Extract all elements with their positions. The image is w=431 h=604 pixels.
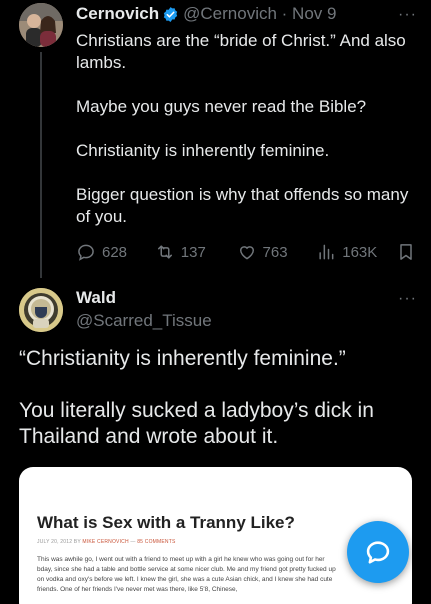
avatar-cernovich[interactable] bbox=[19, 3, 63, 47]
tweet-actions: 628 137 763 163K bbox=[76, 240, 416, 264]
author-handle-date[interactable]: @Cernovich · Nov 9 bbox=[183, 4, 336, 24]
tweet-paragraph: Christianity is inherently feminine. bbox=[76, 141, 330, 160]
card-title: What is Sex with a Tranny Like? bbox=[37, 513, 295, 532]
reply-more-icon[interactable]: ··· bbox=[398, 290, 417, 308]
card-meta-author: MIKE CERNOVICH bbox=[82, 539, 129, 545]
card-meta-comments: 85 COMMENTS bbox=[137, 539, 176, 545]
card-meta-separator: — bbox=[128, 539, 138, 545]
views-icon bbox=[319, 244, 334, 260]
reply-paragraph: “Christianity is inherently feminine.” bbox=[19, 347, 346, 370]
reply-button[interactable]: 628 bbox=[76, 242, 141, 262]
retweet-count: 137 bbox=[180, 243, 206, 261]
card-meta: JULY 20, 2012 BY MIKE CERNOVICH — 85 COM… bbox=[37, 539, 176, 545]
card-meta-date: JULY 20, 2012 BY bbox=[37, 539, 83, 545]
bookmark-icon bbox=[400, 244, 412, 260]
reply-author-handle[interactable]: @Scarred_Tissue bbox=[76, 311, 212, 331]
tweet-paragraph: Christians are the “bride of Christ.” An… bbox=[76, 31, 406, 72]
like-count: 763 bbox=[262, 243, 288, 261]
avatar-wald[interactable] bbox=[19, 288, 63, 332]
views-button[interactable]: 163K bbox=[316, 242, 396, 262]
tweet-paragraph: Maybe you guys never read the Bible? bbox=[76, 97, 367, 116]
compose-fab-icon bbox=[366, 541, 390, 564]
card-body-text: This was awhile go, I went out with a fr… bbox=[37, 556, 336, 593]
reply-author-name[interactable]: Wald bbox=[76, 288, 116, 308]
like-button[interactable]: 763 bbox=[237, 242, 317, 262]
verified-badge-icon bbox=[163, 6, 178, 22]
retweet-icon bbox=[157, 245, 172, 259]
tweet-header: Cernovich @Cernovich · Nov 9 bbox=[76, 4, 336, 24]
author-name[interactable]: Cernovich bbox=[76, 4, 159, 24]
thread-connector bbox=[40, 52, 42, 278]
tweet-paragraph: Bigger question is why that offends so m… bbox=[76, 185, 409, 226]
views-count: 163K bbox=[342, 243, 378, 261]
tweet-text: Christians are the “bride of Christ.” An… bbox=[76, 30, 418, 250]
more-icon[interactable]: ··· bbox=[398, 6, 417, 24]
bookmark-button[interactable] bbox=[396, 242, 416, 262]
reply-count: 628 bbox=[102, 243, 128, 261]
reply-text: “Christianity is inherently feminine.” Y… bbox=[19, 346, 414, 476]
compose-button[interactable] bbox=[347, 521, 409, 583]
reply-icon bbox=[78, 244, 94, 261]
reply-paragraph: You literally sucked a ladyboy’s dick in… bbox=[19, 399, 374, 448]
like-icon bbox=[239, 246, 254, 260]
retweet-button[interactable]: 137 bbox=[155, 242, 237, 262]
